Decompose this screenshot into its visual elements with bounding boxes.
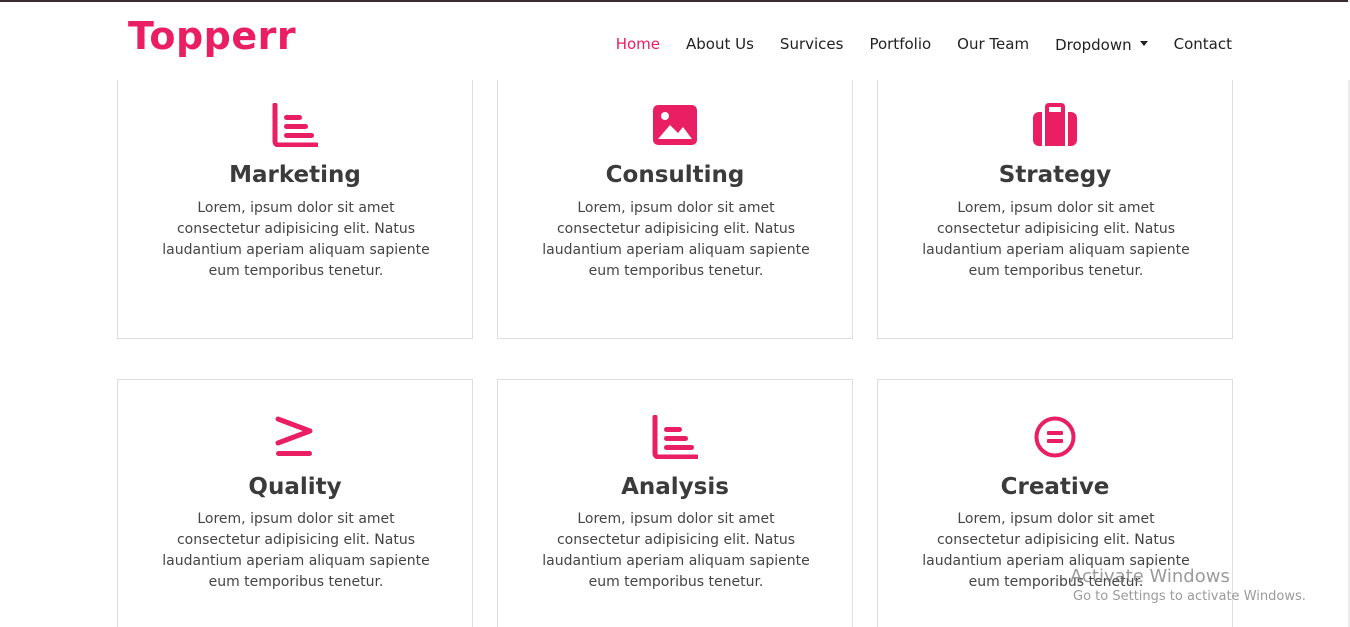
site-header: Topperr Home About Us Survices Portfolio… [0,2,1350,80]
nav-link-portfolio[interactable]: Portfolio [869,35,931,54]
main-nav: Home About Us Survices Portfolio Our Tea… [616,35,1232,54]
windows-activation-watermark: Activate Windows Go to Settings to activ… [1070,566,1306,604]
service-description: Lorem, ipsum dolor sit amet consectetur … [922,200,1190,279]
nav-dropdown-toggle[interactable]: Dropdown [1055,35,1148,54]
service-description: Lorem, ipsum dolor sit amet consectetur … [542,200,810,279]
service-description: Lorem, ipsum dolor sit amet consectetur … [162,200,430,279]
caret-down-icon [1139,41,1148,46]
nav-link-survices[interactable]: Survices [780,35,844,54]
nav-link-contact[interactable]: Contact [1174,35,1232,54]
service-card-consulting: Consulting Lorem, ipsum dolor sit amet c… [497,80,853,339]
bar-list-icon [652,415,698,459]
service-description: Lorem, ipsum dolor sit amet consectetur … [542,511,810,590]
greater-equal-icon [275,416,313,456]
watermark-title: Activate Windows [1070,566,1230,587]
service-card-strategy: Strategy Lorem, ipsum dolor sit amet con… [877,80,1233,339]
briefcase-icon [1033,103,1077,146]
service-title: Consulting [605,162,745,188]
service-title: Creative [1000,474,1110,500]
service-title: Strategy [998,162,1112,188]
service-card-marketing: Marketing Lorem, ipsum dolor sit amet co… [117,80,473,339]
nav-link-dropdown[interactable]: Dropdown [1055,36,1132,54]
image-icon [653,105,697,145]
bar-list-icon [272,103,318,147]
equals-circle-icon [1034,416,1076,458]
nav-link-home[interactable]: Home [616,35,660,54]
nav-link-about-us[interactable]: About Us [686,35,754,54]
service-title: Analysis [621,474,729,500]
service-card-quality: Quality Lorem, ipsum dolor sit amet cons… [117,379,473,627]
watermark-subtitle: Go to Settings to activate Windows. [1073,589,1306,604]
service-title: Marketing [229,162,361,188]
site-logo[interactable]: Topperr [128,14,296,58]
service-description: Lorem, ipsum dolor sit amet consectetur … [162,511,430,590]
service-title: Quality [248,474,342,500]
nav-link-our-team[interactable]: Our Team [957,35,1029,54]
service-card-analysis: Analysis Lorem, ipsum dolor sit amet con… [497,379,853,627]
